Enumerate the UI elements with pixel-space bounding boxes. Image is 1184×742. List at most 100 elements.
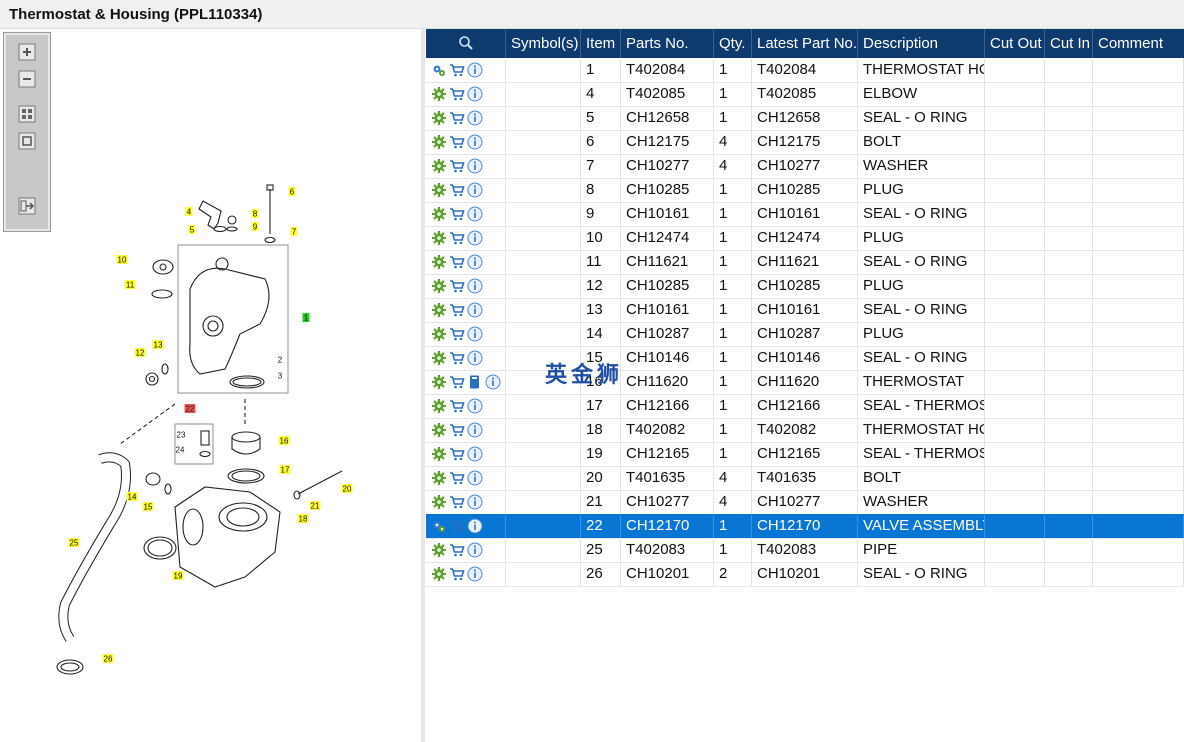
callout-12[interactable]: 12 <box>134 348 146 358</box>
info-icon[interactable] <box>467 398 483 414</box>
part-no-cell[interactable]: CH11620 <box>621 370 714 394</box>
part-no-cell[interactable]: CH10277 <box>621 490 714 514</box>
info-icon[interactable] <box>467 350 483 366</box>
qty-cell[interactable]: 1 <box>714 274 752 298</box>
part-no-cell[interactable]: CH10285 <box>621 274 714 298</box>
part-no-cell[interactable]: CH12166 <box>621 394 714 418</box>
part-no-cell[interactable]: CH10161 <box>621 202 714 226</box>
symbols-cell[interactable] <box>506 178 581 202</box>
callout-2[interactable]: 2 <box>278 356 283 365</box>
callout-20[interactable]: 20 <box>341 484 353 494</box>
gear-icon[interactable] <box>431 350 447 366</box>
cart-icon[interactable] <box>449 206 465 222</box>
qty-cell[interactable]: 1 <box>714 346 752 370</box>
symbols-cell[interactable] <box>506 226 581 250</box>
gear-icon[interactable] <box>431 134 447 150</box>
latest-part-no-cell[interactable]: CH10277 <box>752 490 858 514</box>
gear-icon[interactable] <box>431 422 447 438</box>
cut-out-cell[interactable] <box>985 178 1045 202</box>
info-icon[interactable] <box>467 422 483 438</box>
part-no-cell[interactable]: CH10161 <box>621 298 714 322</box>
table-row[interactable]: 4 T402085 1 T402085 ELBOW <box>426 82 1184 107</box>
cut-out-cell[interactable] <box>985 514 1045 538</box>
cut-out-cell[interactable] <box>985 394 1045 418</box>
gear-icon[interactable] <box>431 302 447 318</box>
table-row[interactable]: 18T4020821T402082THERMOSTAT HOUSING <box>426 418 1184 443</box>
latest-part-no-cell[interactable]: T402084 <box>752 58 858 82</box>
qty-cell[interactable]: 2 <box>714 562 752 586</box>
cut-in-cell[interactable] <box>1045 154 1093 178</box>
symbols-cell[interactable] <box>506 562 581 586</box>
callout-4[interactable]: 4 <box>185 207 193 217</box>
description-cell[interactable]: PLUG <box>858 322 985 346</box>
column-header-comment[interactable]: Comment <box>1093 29 1184 58</box>
part-no-cell[interactable]: T402082 <box>621 418 714 442</box>
item-cell[interactable]: 10 <box>581 226 621 250</box>
cut-out-cell[interactable] <box>985 298 1045 322</box>
column-header-cut-in[interactable]: Cut In <box>1045 29 1093 58</box>
latest-part-no-cell[interactable]: CH10161 <box>752 298 858 322</box>
item-cell[interactable]: 11 <box>581 250 621 274</box>
callout-7[interactable]: 7 <box>290 227 298 237</box>
symbols-cell[interactable] <box>506 322 581 346</box>
gear-icon[interactable] <box>431 326 447 342</box>
latest-part-no-cell[interactable]: CH12474 <box>752 226 858 250</box>
qty-cell[interactable]: 1 <box>714 58 752 82</box>
callout-18[interactable]: 18 <box>297 514 309 524</box>
callout-1[interactable]: 1 <box>302 313 310 323</box>
comment-cell[interactable] <box>1093 514 1184 538</box>
description-cell[interactable]: BOLT <box>858 466 985 490</box>
gear-icon[interactable] <box>431 158 447 174</box>
comment-cell[interactable] <box>1093 562 1184 586</box>
callout-21[interactable]: 21 <box>309 501 321 511</box>
gear-icon[interactable] <box>431 566 447 582</box>
cut-in-cell[interactable] <box>1045 442 1093 466</box>
callout-22[interactable]: 22 <box>184 404 196 414</box>
column-header-latest-part-no[interactable]: Latest Part No. <box>752 29 858 58</box>
cart-icon[interactable] <box>449 302 465 318</box>
description-cell[interactable]: SEAL - THERMOSTAT <box>858 394 985 418</box>
table-row[interactable]: 19CH121651CH12165SEAL - THERMOSTAT <box>426 442 1184 467</box>
info-icon[interactable] <box>467 134 483 150</box>
symbols-cell[interactable] <box>506 154 581 178</box>
qty-cell[interactable]: 1 <box>714 514 752 538</box>
gear-icon[interactable] <box>431 446 447 462</box>
info-icon[interactable] <box>467 278 483 294</box>
cut-in-cell[interactable] <box>1045 514 1093 538</box>
latest-part-no-cell[interactable]: T401635 <box>752 466 858 490</box>
qty-cell[interactable]: 1 <box>714 538 752 562</box>
part-no-cell[interactable]: T402084 <box>621 58 714 82</box>
symbols-cell[interactable] <box>506 418 581 442</box>
callout-14[interactable]: 14 <box>126 492 138 502</box>
cart-icon[interactable] <box>449 134 465 150</box>
item-cell[interactable]: 12 <box>581 274 621 298</box>
symbols-cell[interactable] <box>506 106 581 130</box>
description-cell[interactable]: PLUG <box>858 274 985 298</box>
cart-icon[interactable] <box>449 398 465 414</box>
cart-icon[interactable] <box>449 86 465 102</box>
table-row[interactable]: 22 CH12170 1 CH12170 VALVE ASSEMBLY <box>426 514 1184 539</box>
comment-cell[interactable] <box>1093 442 1184 466</box>
item-cell[interactable]: 13 <box>581 298 621 322</box>
info-icon[interactable] <box>467 62 483 78</box>
symbols-cell[interactable] <box>506 82 581 106</box>
cart-icon[interactable] <box>449 518 465 534</box>
callout-25[interactable]: 25 <box>68 538 80 548</box>
item-cell[interactable]: 26 <box>581 562 621 586</box>
symbols-cell[interactable] <box>506 514 581 538</box>
item-cell[interactable]: 19 <box>581 442 621 466</box>
callout-13[interactable]: 13 <box>152 340 164 350</box>
cart-icon[interactable] <box>449 62 465 78</box>
part-no-cell[interactable]: CH12474 <box>621 226 714 250</box>
comment-cell[interactable] <box>1093 298 1184 322</box>
comment-cell[interactable] <box>1093 226 1184 250</box>
gear-icon[interactable] <box>431 470 447 486</box>
table-row[interactable]: 11 CH11621 1 CH11621 SEAL - O RING <box>426 250 1184 275</box>
cut-out-cell[interactable] <box>985 538 1045 562</box>
callout-17[interactable]: 17 <box>279 465 291 475</box>
description-cell[interactable]: SEAL - O RING <box>858 250 985 274</box>
cut-out-cell[interactable] <box>985 130 1045 154</box>
cart-icon[interactable] <box>449 374 465 390</box>
symbols-cell[interactable] <box>506 202 581 226</box>
part-no-cell[interactable]: T402083 <box>621 538 714 562</box>
